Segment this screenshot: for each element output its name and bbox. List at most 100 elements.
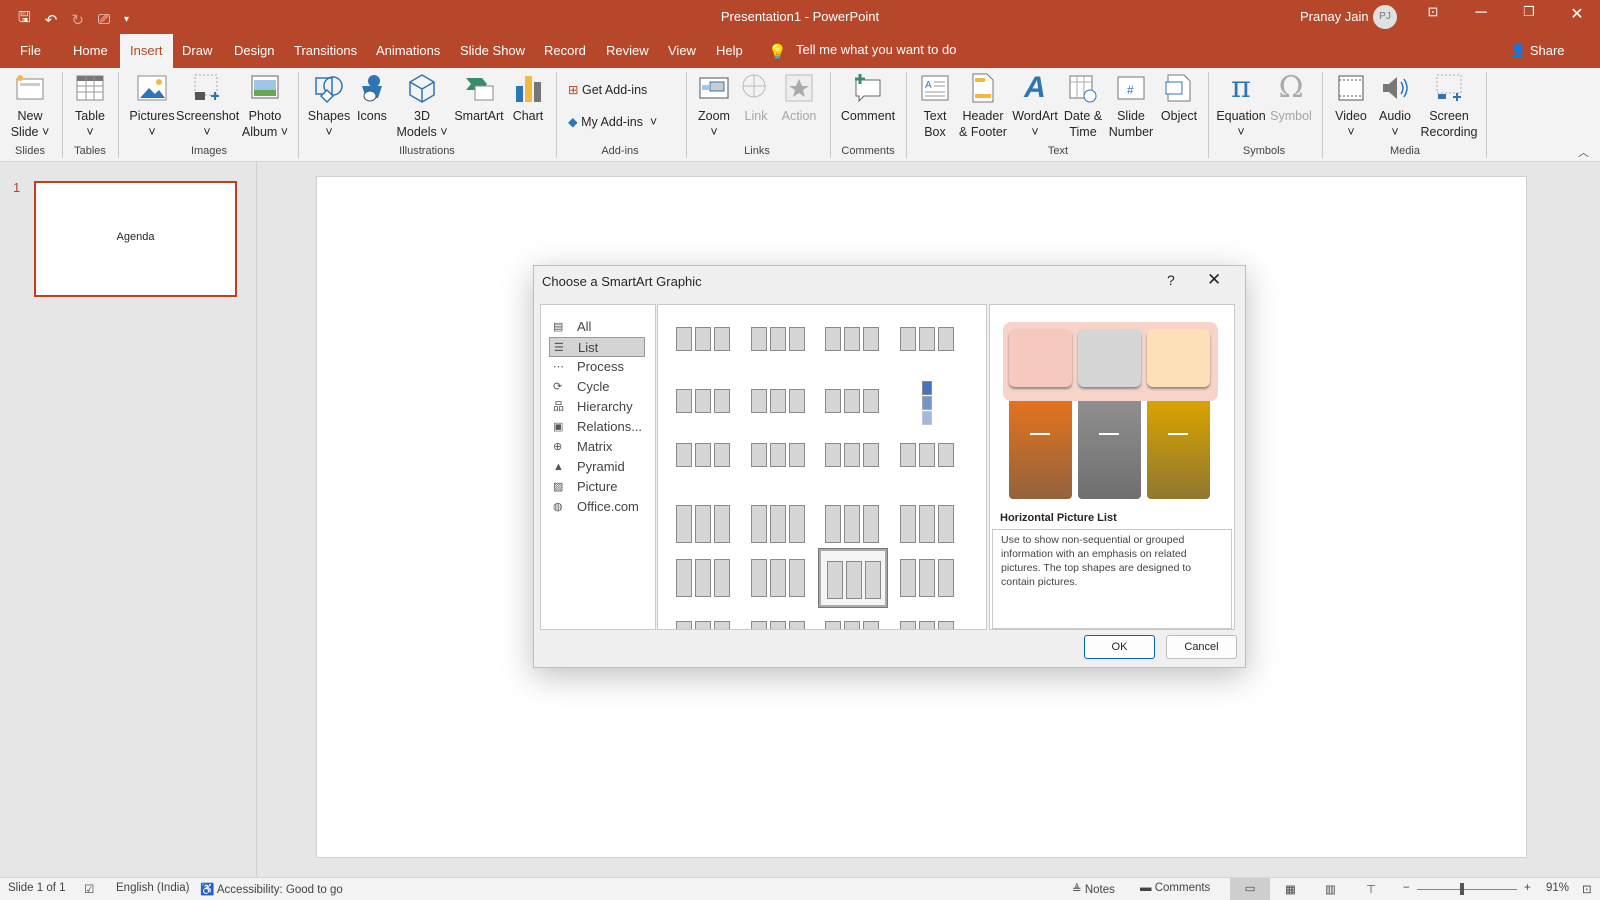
smartart-layout-thumbnail[interactable] bbox=[670, 317, 738, 375]
smartart-layout-thumbnail[interactable] bbox=[818, 548, 888, 608]
smartart-layout-thumbnail[interactable] bbox=[894, 433, 962, 491]
tab-design[interactable]: Design bbox=[234, 43, 274, 58]
slide-thumbnail[interactable]: Agenda bbox=[34, 181, 237, 297]
screen-recording-button[interactable]: Screen Recording bbox=[1418, 72, 1480, 140]
table-button[interactable]: Table ˅ bbox=[68, 72, 112, 140]
reading-view-button[interactable]: ▥ bbox=[1325, 882, 1336, 896]
zoom-button[interactable]: Zoom ˅ bbox=[692, 72, 736, 140]
ok-button[interactable]: OK bbox=[1084, 635, 1155, 659]
smartart-layout-thumbnail[interactable] bbox=[894, 549, 962, 607]
tab-transitions[interactable]: Transitions bbox=[294, 43, 357, 58]
screenshot-button[interactable]: Screenshot ˅ bbox=[176, 72, 239, 140]
category-office-com[interactable]: ◍ Office.com bbox=[549, 497, 645, 517]
fit-to-window-icon[interactable]: ⊡ bbox=[1582, 882, 1592, 896]
smartart-layout-thumbnail[interactable] bbox=[745, 491, 813, 549]
smartart-layout-thumbnail[interactable] bbox=[670, 607, 738, 629]
header-footer-button[interactable]: Header & Footer bbox=[956, 72, 1010, 140]
tell-me-search[interactable]: Tell me what you want to do bbox=[796, 42, 956, 57]
notes-button[interactable]: ≜ Notes bbox=[1072, 882, 1115, 896]
category-relationship[interactable]: ▣ Relations... bbox=[549, 417, 645, 437]
3d-models-button[interactable]: 3D Models ˅ bbox=[392, 72, 452, 140]
category-hierarchy[interactable]: 品 Hierarchy bbox=[549, 397, 645, 417]
category-process[interactable]: ⋯ Process bbox=[549, 357, 645, 377]
smartart-layout-thumbnail[interactable] bbox=[670, 433, 738, 491]
tab-insert[interactable]: Insert bbox=[120, 34, 173, 68]
smartart-layout-thumbnail[interactable] bbox=[819, 433, 887, 491]
zoom-slider[interactable] bbox=[1417, 889, 1517, 890]
photo-album-button[interactable]: Photo Album ˅ bbox=[240, 72, 290, 140]
link-button[interactable]: Link bbox=[736, 72, 776, 124]
symbol-button[interactable]: Ω Symbol bbox=[1268, 72, 1314, 124]
language-status[interactable]: English (India) bbox=[116, 882, 190, 894]
slide-sorter-button[interactable]: ▦ bbox=[1285, 882, 1296, 896]
shapes-button[interactable]: Shapes ˅ bbox=[306, 72, 352, 140]
collapse-ribbon-icon[interactable]: ︿ bbox=[1578, 144, 1589, 160]
smartart-layout-thumbnail[interactable] bbox=[745, 607, 813, 629]
smartart-layout-thumbnail[interactable] bbox=[745, 549, 813, 607]
tab-help[interactable]: Help bbox=[716, 43, 743, 58]
icons-button[interactable]: Icons bbox=[352, 72, 392, 124]
zoom-slider-thumb[interactable] bbox=[1460, 883, 1464, 895]
dialog-close-button[interactable]: ✕ bbox=[1207, 270, 1221, 290]
normal-view-button[interactable]: ▭ bbox=[1230, 878, 1270, 900]
slide-number-button[interactable]: # Slide Number bbox=[1106, 72, 1156, 140]
help-button[interactable]: ? bbox=[1167, 272, 1175, 288]
comment-button[interactable]: Comment bbox=[838, 72, 898, 124]
smartart-layout-thumbnail[interactable] bbox=[819, 317, 887, 375]
category-matrix[interactable]: ⊕ Matrix bbox=[549, 437, 645, 457]
chart-button[interactable]: Chart bbox=[508, 72, 548, 124]
smartart-layout-thumbnail[interactable] bbox=[670, 549, 738, 607]
tab-animations[interactable]: Animations bbox=[376, 43, 440, 58]
pictures-button[interactable]: Pictures ˅ bbox=[128, 72, 176, 140]
tab-home[interactable]: Home bbox=[73, 43, 108, 58]
tab-review[interactable]: Review bbox=[606, 43, 649, 58]
accessibility-status[interactable]: ♿ Accessibility: Good to go bbox=[200, 882, 343, 896]
equation-button[interactable]: π Equation ˅ bbox=[1214, 72, 1268, 140]
tab-file[interactable]: File bbox=[20, 43, 41, 58]
smartart-layout-thumbnail[interactable] bbox=[670, 375, 738, 433]
zoom-in-button[interactable]: + bbox=[1524, 882, 1531, 894]
action-button[interactable]: Action bbox=[776, 72, 822, 124]
category-picture[interactable]: ▨ Picture bbox=[549, 477, 645, 497]
smartart-layout-thumbnail[interactable] bbox=[819, 491, 887, 549]
wordart-button[interactable]: A WordArt ˅ bbox=[1010, 72, 1060, 140]
share-button[interactable]: 👤 Share bbox=[1510, 43, 1565, 59]
tab-record[interactable]: Record bbox=[544, 43, 586, 58]
category-list-item[interactable]: ☰ List bbox=[549, 337, 645, 357]
comments-button[interactable]: ▬ Comments bbox=[1140, 882, 1210, 894]
get-add-ins-button[interactable]: ⊞ Get Add-ins bbox=[568, 82, 678, 98]
text-box-button[interactable]: A Text Box bbox=[914, 72, 956, 140]
my-add-ins-button[interactable]: ◆ My Add-ins ˅ bbox=[568, 114, 678, 130]
zoom-out-button[interactable]: − bbox=[1403, 882, 1410, 894]
avatar[interactable]: PJ bbox=[1373, 5, 1397, 29]
close-icon[interactable]: ✕ bbox=[1554, 4, 1600, 24]
smartart-layout-thumbnail[interactable] bbox=[745, 433, 813, 491]
audio-button[interactable]: Audio ˅ bbox=[1374, 72, 1416, 140]
object-button[interactable]: Object bbox=[1156, 72, 1202, 124]
new-slide-button[interactable]: New Slide ˅ bbox=[8, 72, 52, 140]
smartart-layout-thumbnail[interactable] bbox=[894, 375, 962, 433]
category-cycle[interactable]: ⟳ Cycle bbox=[549, 377, 645, 397]
video-button[interactable]: Video ˅ bbox=[1330, 72, 1372, 140]
date-time-button[interactable]: Date & Time bbox=[1060, 72, 1106, 140]
restore-icon[interactable]: ❐ bbox=[1506, 4, 1552, 20]
smartart-layout-thumbnail[interactable] bbox=[745, 317, 813, 375]
slide-counter[interactable]: Slide 1 of 1 bbox=[8, 882, 66, 894]
tab-draw[interactable]: Draw bbox=[182, 43, 212, 58]
cancel-button[interactable]: Cancel bbox=[1166, 635, 1237, 659]
smartart-layout-thumbnail[interactable] bbox=[819, 607, 887, 629]
slideshow-button[interactable]: ⊤ bbox=[1366, 882, 1376, 896]
smartart-layout-thumbnail[interactable] bbox=[894, 317, 962, 375]
smartart-layout-thumbnail[interactable] bbox=[745, 375, 813, 433]
smartart-button[interactable]: SmartArt bbox=[452, 72, 506, 124]
smartart-layout-thumbnail[interactable] bbox=[819, 375, 887, 433]
ribbon-display-icon[interactable]: ⊡ bbox=[1410, 4, 1456, 20]
smartart-layout-thumbnail[interactable] bbox=[894, 607, 962, 629]
smartart-layout-thumbnail[interactable] bbox=[670, 491, 738, 549]
minimize-icon[interactable]: ─ bbox=[1458, 4, 1504, 22]
user-name[interactable]: Pranay Jain bbox=[1300, 9, 1369, 24]
tab-slide-show[interactable]: Slide Show bbox=[460, 43, 525, 58]
spelling-icon[interactable]: ☑ bbox=[84, 882, 94, 896]
smartart-layout-thumbnail[interactable] bbox=[894, 491, 962, 549]
tab-view[interactable]: View bbox=[668, 43, 696, 58]
